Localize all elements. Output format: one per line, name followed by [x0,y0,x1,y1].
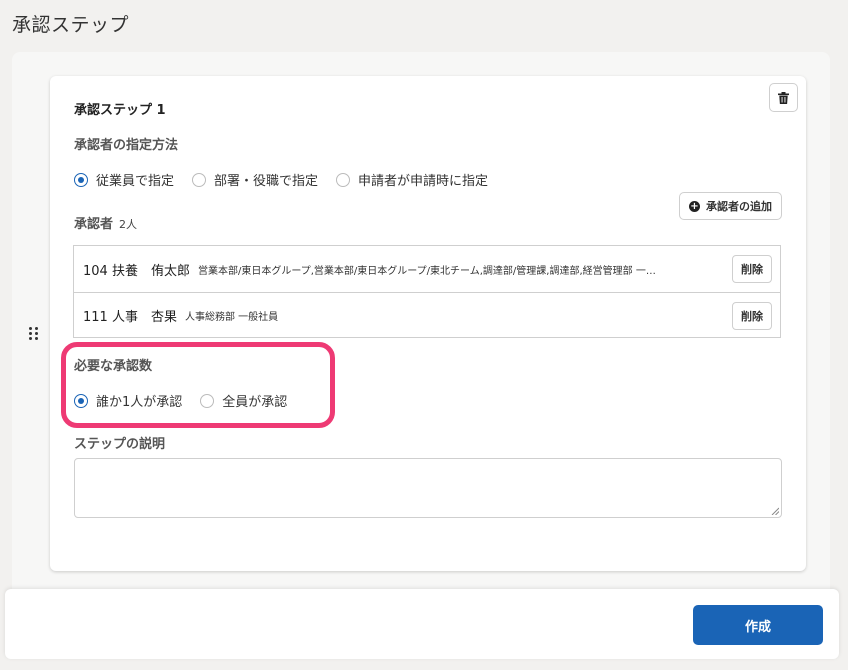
radio-unchecked-icon[interactable] [336,172,351,187]
delete-step-button[interactable] [769,83,798,112]
approvers-label: 承認者 2人 [74,213,137,232]
plus-circle-icon: + [689,200,700,212]
method-option-label: 従業員で指定 [96,174,175,189]
method-option-label: 申請者が申請時に指定 [358,174,489,189]
approver-row: 104 扶養 侑太郎 営業本部/東日本グループ,営業本部/東日本グループ/東北チ… [74,246,780,292]
page-title: 承認ステップ [12,14,130,36]
drag-handle-icon[interactable] [29,327,41,341]
method-label: 承認者の指定方法 [74,138,179,153]
approver-dept: 人事総務部 一般社員 [184,312,279,323]
approvers-label-text: 承認者 [74,217,114,232]
approver-name: 111 人事 杏果 [83,310,177,325]
step-description-textarea[interactable] [74,458,782,518]
add-approver-label: 承認者の追加 [706,200,772,213]
approval-step-card: 承認ステップ 1 承認者の指定方法 従業員で指定 部署・役職で指定 申請者が申請… [50,76,806,571]
approvers-count: 2人 [119,218,138,231]
radio-checked-icon[interactable] [74,172,88,187]
radio-unchecked-icon[interactable] [192,172,207,187]
resize-grip-icon[interactable] [771,507,779,515]
step-title: 承認ステップ 1 [74,103,166,118]
method-option-label: 部署・役職で指定 [214,174,319,189]
create-button[interactable]: 作成 [693,605,823,645]
footer-bar: 作成 [5,589,839,659]
method-option-employee[interactable]: 従業員で指定 [74,170,174,189]
delete-approver-button[interactable]: 削除 [732,255,772,283]
approver-row: 111 人事 杏果 人事総務部 一般社員 削除 [74,292,780,338]
approver-dept: 営業本部/東日本グループ,営業本部/東日本グループ/東北チーム,調達部/管理課,… [197,265,656,277]
trash-icon [778,91,789,104]
method-option-department[interactable]: 部署・役職で指定 [192,170,318,189]
highlight-annotation [61,342,335,428]
delete-approver-button[interactable]: 削除 [732,302,772,330]
method-option-applicant[interactable]: 申請者が申請時に指定 [336,170,488,189]
description-label: ステップの説明 [74,437,166,452]
add-approver-button[interactable]: + 承認者の追加 [679,192,782,220]
approver-list: 104 扶養 侑太郎 営業本部/東日本グループ,営業本部/東日本グループ/東北チ… [73,245,781,338]
method-radio-group: 従業員で指定 部署・役職で指定 申請者が申請時に指定 [74,170,506,189]
approver-name: 104 扶養 侑太郎 [83,263,190,279]
